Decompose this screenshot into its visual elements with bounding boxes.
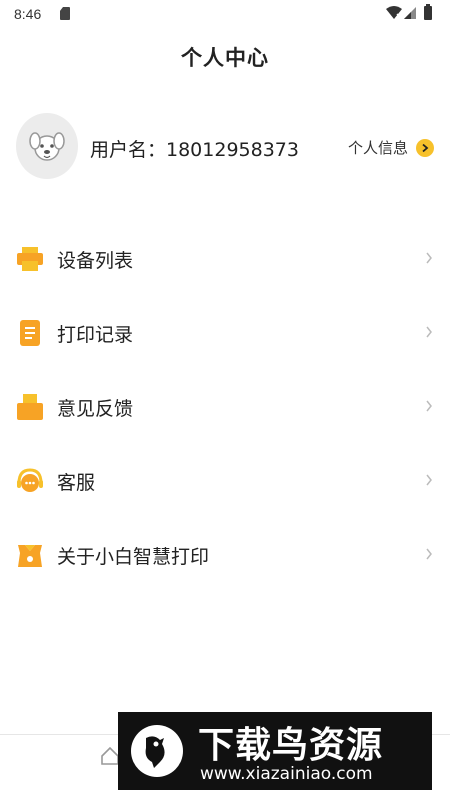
chevron-right-icon (426, 548, 432, 560)
chevron-right-icon (426, 474, 432, 486)
watermark-url: www.xiazainiao.com (200, 764, 373, 784)
menu-label: 意见反馈 (57, 398, 134, 420)
menu-list: 设备列表 打印记录 意见反馈 客服 关于小白智慧打印 (0, 222, 450, 592)
menu-item-print-records[interactable]: 打印记录 (0, 296, 450, 370)
avatar[interactable] (16, 113, 78, 179)
page-title: 个人中心 (181, 46, 269, 70)
watermark-banner: 下载鸟资源 www.xiazainiao.com (118, 712, 432, 790)
home-icon (101, 746, 119, 765)
battery-icon (424, 4, 432, 20)
chevron-right-circle-icon (416, 138, 434, 157)
menu-label: 设备列表 (57, 250, 134, 272)
about-badge-icon (18, 545, 42, 567)
watermark-title: 下载鸟资源 (198, 725, 384, 766)
status-bar: 8:46 (0, 0, 450, 28)
menu-item-customer-service[interactable]: 客服 (0, 444, 450, 518)
chevron-right-icon (426, 326, 432, 338)
personal-info-label: 个人信息 (347, 139, 408, 157)
wifi-icon (386, 6, 402, 19)
username-label: 用户名：18012958373 (90, 139, 299, 161)
menu-item-about[interactable]: 关于小白智慧打印 (0, 518, 450, 592)
printer-icon (17, 247, 43, 271)
menu-label: 关于小白智慧打印 (57, 546, 210, 568)
chevron-right-icon (426, 400, 432, 412)
chevron-right-icon (426, 252, 432, 264)
headset-icon (17, 468, 43, 492)
profile-section[interactable]: 用户名：18012958373 个人信息 (16, 113, 440, 181)
menu-label: 打印记录 (57, 324, 134, 346)
menu-item-feedback[interactable]: 意见反馈 (0, 370, 450, 444)
menu-item-device-list[interactable]: 设备列表 (0, 222, 450, 296)
document-icon (20, 320, 40, 346)
sim-card-icon (60, 7, 70, 20)
bird-logo-icon (131, 725, 183, 777)
status-time: 8:46 (14, 6, 42, 22)
dog-avatar-icon (29, 132, 65, 161)
feedback-box-icon (17, 394, 43, 420)
personal-info-link[interactable]: 个人信息 (348, 137, 434, 158)
signal-icon (404, 7, 416, 19)
menu-label: 客服 (57, 472, 96, 494)
